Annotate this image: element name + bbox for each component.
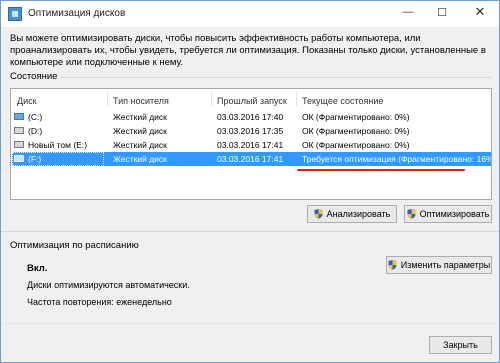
drive-last-run: 03.03.2016 17:41 <box>217 154 284 164</box>
column-media-type[interactable]: Тип носителя <box>113 96 169 106</box>
drive-media-type: Жесткий диск <box>113 112 167 122</box>
intro-text: Вы можете оптимизировать диски, чтобы по… <box>10 33 486 68</box>
section-separator <box>1 231 499 232</box>
schedule-frequency: Частота повторения: еженедельно <box>27 297 172 307</box>
drive-row-e[interactable]: Новый том (E:) Жесткий диск 03.03.2016 1… <box>12 138 491 152</box>
drive-name: (F:) <box>28 154 42 164</box>
drives-list[interactable]: Диск Тип носителя Прошлый запуск Текущее… <box>10 88 492 200</box>
optimize-button[interactable]: Оптимизировать <box>404 205 492 223</box>
change-settings-button[interactable]: Изменить параметры <box>386 256 492 274</box>
uac-shield-icon <box>407 209 416 219</box>
analyze-button[interactable]: Анализировать <box>307 205 397 223</box>
drive-row-d[interactable]: (D:) Жесткий диск 03.03.2016 17:35 ОК (Ф… <box>12 124 491 138</box>
drive-state: ОК (Фрагментировано: 0%) <box>302 140 410 150</box>
uac-shield-icon <box>388 260 397 270</box>
drive-row-c[interactable]: (C:) Жесткий диск 03.03.2016 17:40 ОК (Ф… <box>12 110 491 124</box>
status-section-label: Состояние <box>10 71 58 82</box>
highlight-underline <box>297 169 465 171</box>
drive-media-type: Жесткий диск <box>113 154 167 164</box>
drive-media-type: Жесткий диск <box>113 126 167 136</box>
drive-state: ОК (Фрагментировано: 0%) <box>302 126 410 136</box>
schedule-state: Вкл. <box>27 263 48 274</box>
column-divider <box>107 92 108 106</box>
list-header: Диск Тип носителя Прошлый запуск Текущее… <box>11 89 491 109</box>
drive-row-f-selected[interactable]: (F:) Жесткий диск 03.03.2016 17:41 Требу… <box>12 152 491 166</box>
uac-shield-icon <box>314 209 323 219</box>
optimize-button-label: Оптимизировать <box>419 209 490 219</box>
windows-drive-icon <box>14 113 24 120</box>
change-settings-label: Изменить параметры <box>400 260 491 270</box>
drive-icon <box>14 127 24 134</box>
focus-rectangle <box>12 152 104 166</box>
drive-state: ОК (Фрагментировано: 0%) <box>302 112 410 122</box>
column-divider <box>296 92 297 106</box>
close-window-button[interactable]: ✕ <box>463 1 497 23</box>
column-disk[interactable]: Диск <box>17 96 37 106</box>
drive-name: (C:) <box>28 112 43 122</box>
status-separator <box>61 77 491 78</box>
optimize-drives-window: Оптимизация дисков — ☐ ✕ Вы можете оптим… <box>0 0 500 363</box>
analyze-button-label: Анализировать <box>326 209 391 219</box>
column-last-run[interactable]: Прошлый запуск <box>217 96 287 106</box>
minimize-button[interactable]: — <box>391 1 425 23</box>
drive-media-type: Жесткий диск <box>113 140 167 150</box>
drive-last-run: 03.03.2016 17:41 <box>217 140 284 150</box>
close-button[interactable]: Закрыть <box>429 336 492 354</box>
footer-separator <box>1 323 499 324</box>
drive-name: Новый том (E:) <box>28 140 88 150</box>
column-divider <box>211 92 212 106</box>
drive-icon <box>14 141 24 148</box>
title-bar: Оптимизация дисков — ☐ ✕ <box>1 1 499 27</box>
column-current-state[interactable]: Текущее состояние <box>302 96 383 106</box>
schedule-section-label: Оптимизация по расписанию <box>10 240 139 251</box>
defrag-app-icon <box>8 7 22 21</box>
drive-icon <box>14 155 24 162</box>
maximize-button[interactable]: ☐ <box>425 1 459 23</box>
window-title: Оптимизация дисков <box>28 8 126 19</box>
drive-state: Требуется оптимизация (Фрагментировано: … <box>302 154 491 164</box>
drive-last-run: 03.03.2016 17:40 <box>217 112 284 122</box>
drive-name: (D:) <box>28 126 43 136</box>
drive-last-run: 03.03.2016 17:35 <box>217 126 284 136</box>
schedule-description: Диски оптимизируются автоматически. <box>27 280 190 290</box>
